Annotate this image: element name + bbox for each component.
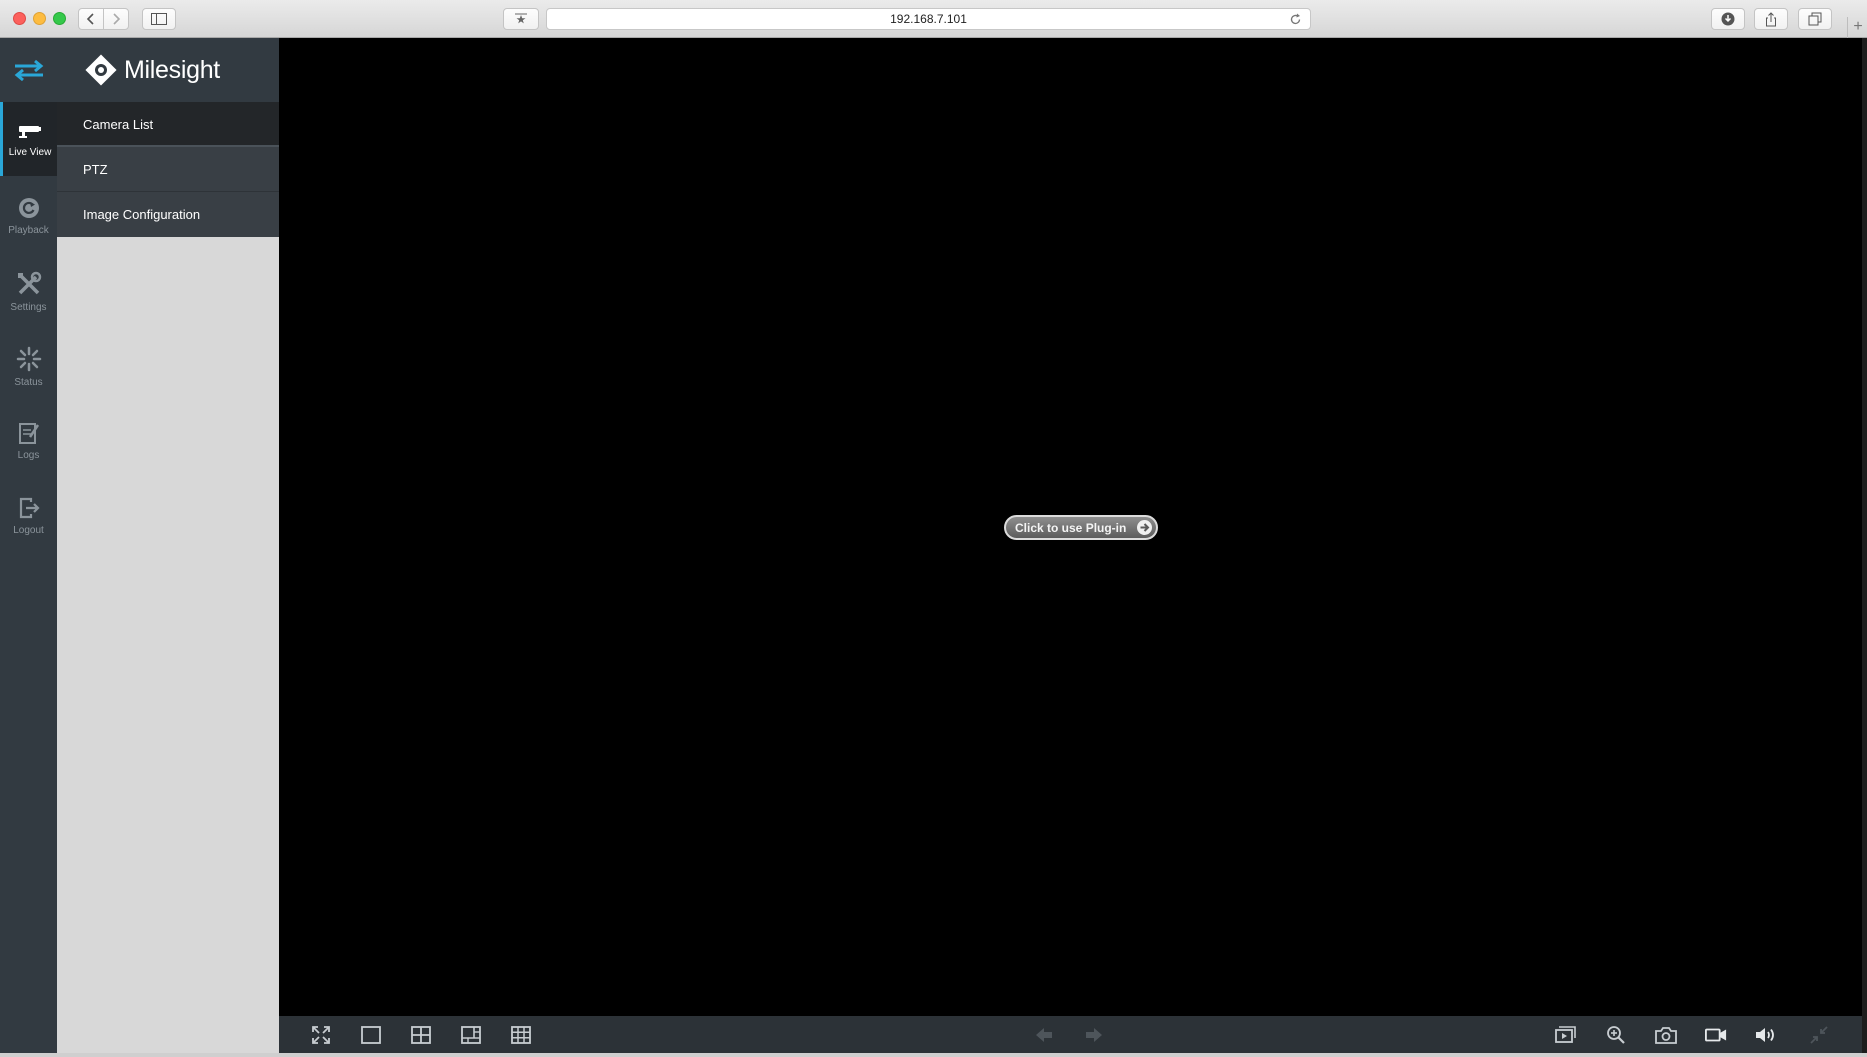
nav-item-logs[interactable]: Logs — [0, 401, 57, 475]
nav-item-label: Settings — [10, 302, 47, 313]
scrollbar[interactable] — [1862, 38, 1867, 1053]
nav-item-label: Live View — [8, 147, 52, 158]
reader-button[interactable] — [503, 8, 539, 30]
zoom-in-icon — [1607, 1026, 1625, 1044]
url-text: 192.168.7.101 — [890, 12, 967, 26]
close-window-button[interactable] — [13, 12, 26, 25]
new-tab-button[interactable]: + — [1847, 17, 1867, 38]
use-plugin-label: Click to use Plug-in — [1015, 520, 1127, 535]
zoom-button[interactable] — [1605, 1024, 1627, 1046]
downloads-button[interactable] — [1711, 8, 1745, 30]
quad-view-icon — [411, 1026, 431, 1044]
nav-item-label: Playback — [8, 225, 49, 236]
audio-button[interactable] — [1755, 1024, 1777, 1046]
tabs-icon — [1808, 12, 1822, 26]
share-button[interactable] — [1754, 8, 1788, 30]
video-viewport: Click to use Plug-in — [279, 38, 1862, 1016]
submenu-item-camera-list[interactable]: Camera List — [57, 102, 279, 147]
nav-item-status[interactable]: Status — [0, 326, 57, 400]
logout-icon — [19, 497, 40, 519]
fullscreen-button[interactable] — [310, 1024, 332, 1046]
minimize-window-button[interactable] — [33, 12, 46, 25]
nine-view-icon — [511, 1026, 531, 1044]
stream-icon — [1555, 1026, 1576, 1043]
layout-1-button[interactable] — [360, 1024, 382, 1046]
six-view-icon — [461, 1026, 481, 1044]
brand-header: Milesight — [57, 38, 279, 102]
use-plugin-button[interactable]: Click to use Plug-in — [1004, 515, 1158, 540]
app-root: Live View Playback Settings Status Logs … — [0, 38, 1867, 1053]
next-page-button[interactable] — [1083, 1024, 1105, 1046]
nav-item-label: Logs — [17, 450, 40, 461]
sidebar-icon — [151, 13, 167, 25]
nav-item-playback[interactable]: Playback — [0, 176, 57, 250]
nav-item-label: Logout — [13, 525, 44, 536]
layout-9-button[interactable] — [510, 1024, 532, 1046]
video-camera-icon — [1705, 1028, 1727, 1042]
exit-fullscreen-button[interactable] — [1808, 1024, 1830, 1046]
nav-item-settings[interactable]: Settings — [0, 251, 57, 325]
previous-page-button[interactable] — [1033, 1024, 1055, 1046]
stream-switch-button[interactable] — [1555, 1024, 1577, 1046]
layout-4-button[interactable] — [410, 1024, 432, 1046]
fullscreen-icon — [312, 1026, 330, 1044]
window-bottom-edge — [0, 1053, 1867, 1057]
brand-name: Milesight — [124, 55, 220, 84]
volume-icon — [1756, 1028, 1774, 1042]
share-icon — [1766, 11, 1776, 26]
nav-item-logout[interactable]: Logout — [0, 476, 57, 550]
nav-item-label: Status — [14, 377, 43, 388]
back-button[interactable] — [78, 8, 104, 30]
record-button[interactable] — [1705, 1024, 1727, 1046]
milesight-logo-icon — [85, 54, 117, 86]
video-toolbar — [279, 1016, 1862, 1053]
forward-button[interactable] — [103, 8, 129, 30]
swap-arrows-icon — [14, 59, 43, 81]
nav-item-live-view[interactable]: Live View — [0, 102, 57, 176]
layout-6-button[interactable] — [460, 1024, 482, 1046]
address-bar[interactable]: 192.168.7.101 — [546, 8, 1311, 30]
main-nav: Live View Playback Settings Status Logs … — [0, 38, 57, 1053]
arrow-left-icon — [1036, 1028, 1052, 1042]
playback-icon — [18, 198, 39, 218]
menu-toggle-button[interactable] — [0, 38, 57, 102]
arrow-circle-right-icon — [1137, 520, 1152, 535]
live-view-panel: Milesight Camera List PTZ Image Configur… — [57, 38, 279, 1053]
tab-overview-button[interactable] — [1798, 8, 1832, 30]
submenu-item-ptz[interactable]: PTZ — [57, 147, 279, 192]
download-icon — [1721, 12, 1735, 26]
camera-icon — [1655, 1027, 1677, 1044]
reload-icon[interactable] — [1289, 12, 1302, 32]
single-view-icon — [361, 1026, 381, 1044]
collapse-icon — [1810, 1026, 1828, 1044]
logs-icon — [18, 423, 39, 444]
chevron-right-icon — [113, 13, 121, 25]
status-icon — [16, 346, 41, 372]
zoom-window-button[interactable] — [53, 12, 66, 25]
browser-toolbar: 192.168.7.101 + — [0, 0, 1867, 38]
settings-icon — [17, 271, 41, 295]
submenu-item-image-configuration[interactable]: Image Configuration — [57, 192, 279, 237]
chevron-left-icon — [86, 13, 94, 25]
show-sidebar-button[interactable] — [142, 8, 176, 30]
live-view-icon — [19, 126, 41, 138]
star-icon — [515, 13, 527, 24]
arrow-right-icon — [1086, 1028, 1102, 1042]
snapshot-button[interactable] — [1655, 1024, 1677, 1046]
live-view-submenu: Camera List PTZ Image Configuration — [57, 102, 279, 237]
